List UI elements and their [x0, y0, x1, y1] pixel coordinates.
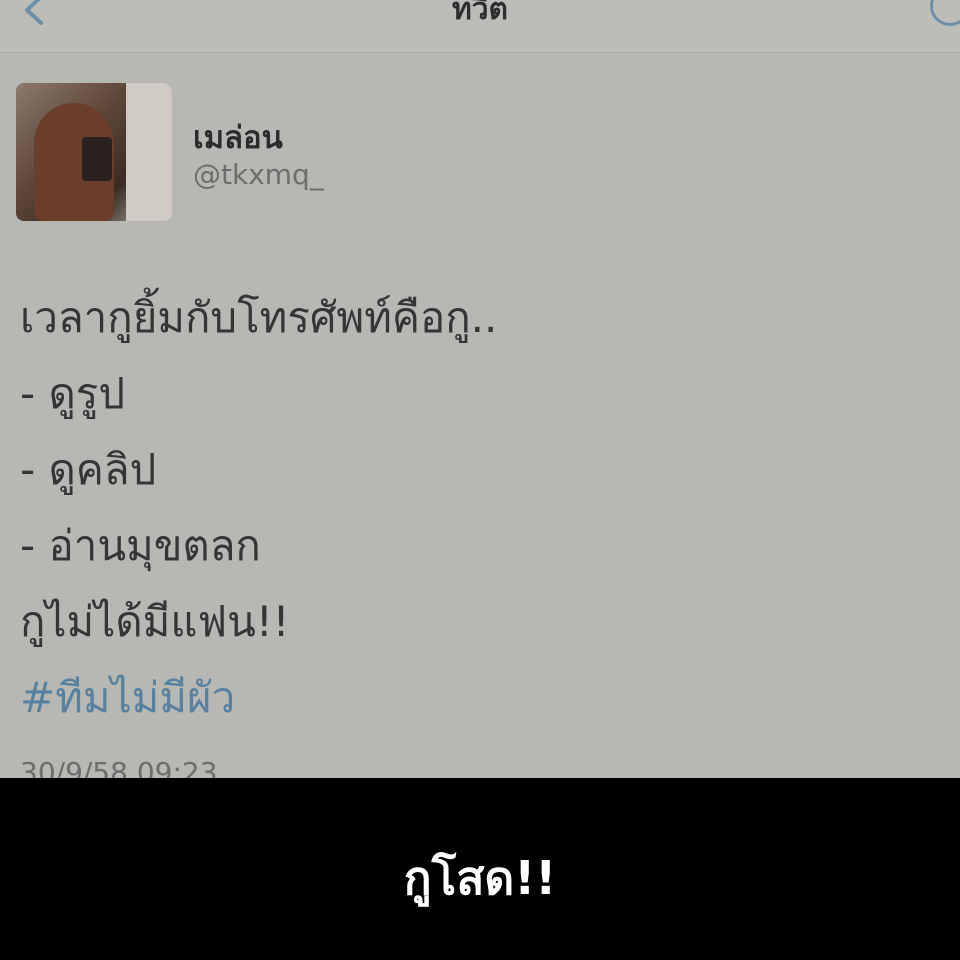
tweet-line: - ดูคลิป: [20, 445, 157, 494]
hashtag-link[interactable]: #ทีมไม่มีผัว: [20, 660, 940, 736]
caption-text: กูโสด!!: [403, 851, 557, 905]
nav-bar: ทวีต: [0, 0, 960, 53]
tweet-line: - อ่านมุขตลก: [20, 521, 261, 570]
tweet-text: เวลากูยิ้มกับโทรศัพท์คือกู.. - ดูรูป - ด…: [20, 280, 940, 736]
tweet-line: เวลากูยิ้มกับโทรศัพท์คือกู..: [20, 293, 498, 342]
user-handle[interactable]: @tkxmq_: [193, 158, 324, 191]
tweet-line: กูไม่ได้มีแฟน!!: [20, 597, 290, 646]
tweet-screenshot: ทวีต เมล่อน @tkxmq_ เวลากูยิ้มกับโทรศัพท…: [0, 0, 960, 778]
avatar[interactable]: [16, 83, 172, 221]
display-name[interactable]: เมล่อน: [193, 112, 283, 162]
nav-title: ทวีต: [451, 0, 509, 27]
tweet-line: - ดูรูป: [20, 369, 125, 418]
tweet-timestamp: 30/9/58 09:23: [20, 756, 218, 778]
